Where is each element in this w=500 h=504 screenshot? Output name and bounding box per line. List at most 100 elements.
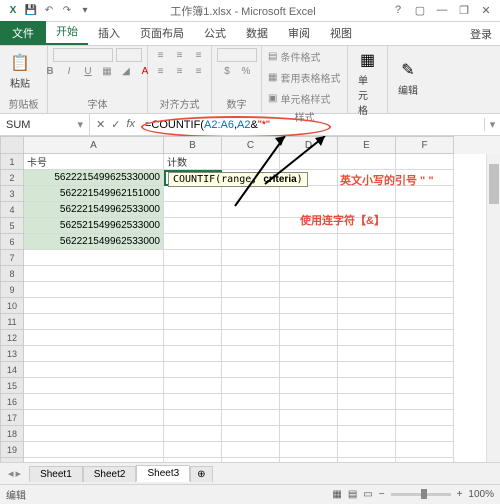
cell-D17[interactable]: [280, 410, 338, 426]
sheet-nav[interactable]: ◂▸: [8, 467, 21, 480]
cell-A19[interactable]: [24, 442, 164, 458]
dropdown-icon[interactable]: ▾: [78, 4, 92, 18]
cell-A9[interactable]: [24, 282, 164, 298]
cell-D9[interactable]: [280, 282, 338, 298]
cell-F4[interactable]: [396, 202, 454, 218]
cell-F8[interactable]: [396, 266, 454, 282]
cell-B15[interactable]: [164, 378, 222, 394]
name-box[interactable]: SUM▾: [0, 114, 90, 135]
cell-C14[interactable]: [222, 362, 280, 378]
maximize-button[interactable]: ❐: [454, 4, 474, 17]
cell-B6[interactable]: [164, 234, 222, 250]
cell-D6[interactable]: [280, 234, 338, 250]
cell-B16[interactable]: [164, 394, 222, 410]
cell-E11[interactable]: [338, 314, 396, 330]
col-header-E[interactable]: E: [338, 136, 396, 154]
cell-A20[interactable]: [24, 458, 164, 462]
cell-styles[interactable]: ▣单元格样式: [268, 90, 330, 107]
help-icon[interactable]: ?: [388, 4, 408, 17]
cell-C16[interactable]: [222, 394, 280, 410]
view-break-icon[interactable]: ▭: [363, 489, 372, 500]
cell-F17[interactable]: [396, 410, 454, 426]
border-button[interactable]: ▦: [99, 64, 115, 78]
align-mid[interactable]: ≡: [172, 48, 188, 62]
cell-B11[interactable]: [164, 314, 222, 330]
cell-E13[interactable]: [338, 346, 396, 362]
cell-C12[interactable]: [222, 330, 280, 346]
cell-C10[interactable]: [222, 298, 280, 314]
align-top[interactable]: ≡: [153, 48, 169, 62]
cell-B18[interactable]: [164, 426, 222, 442]
cell-A10[interactable]: [24, 298, 164, 314]
undo-icon[interactable]: ↶: [42, 4, 56, 18]
cell-F6[interactable]: [396, 234, 454, 250]
cell-E7[interactable]: [338, 250, 396, 266]
row-header[interactable]: 1: [0, 154, 24, 170]
cell-A15[interactable]: [24, 378, 164, 394]
row-header[interactable]: 7: [0, 250, 24, 266]
cell-F14[interactable]: [396, 362, 454, 378]
zoom-level[interactable]: 100%: [468, 489, 494, 500]
cell-F11[interactable]: [396, 314, 454, 330]
cell-B9[interactable]: [164, 282, 222, 298]
paste-button[interactable]: 📋 粘贴: [6, 51, 34, 92]
cell-F13[interactable]: [396, 346, 454, 362]
tab-view[interactable]: 视图: [320, 21, 362, 45]
italic-button[interactable]: I: [61, 64, 77, 78]
sheet-tab-2[interactable]: Sheet2: [83, 466, 137, 482]
cell-A3[interactable]: 562221549962151000: [24, 186, 164, 202]
cell-B10[interactable]: [164, 298, 222, 314]
cell-A4[interactable]: 562221549962533000: [24, 202, 164, 218]
cell-D16[interactable]: [280, 394, 338, 410]
cell-A6[interactable]: 562221549962533000: [24, 234, 164, 250]
vertical-scrollbar[interactable]: [486, 154, 500, 462]
cell-D8[interactable]: [280, 266, 338, 282]
cell-E12[interactable]: [338, 330, 396, 346]
cell-C5[interactable]: [222, 218, 280, 234]
cell-F15[interactable]: [396, 378, 454, 394]
cell-B7[interactable]: [164, 250, 222, 266]
close-button[interactable]: ✕: [476, 4, 496, 17]
cell-B4[interactable]: [164, 202, 222, 218]
cell-A2[interactable]: 5622215499625330000: [24, 170, 164, 186]
fx-icon[interactable]: fx: [126, 118, 135, 131]
cell-B13[interactable]: [164, 346, 222, 362]
cell-D19[interactable]: [280, 442, 338, 458]
align-center[interactable]: ≡: [172, 64, 188, 78]
cancel-icon[interactable]: ✕: [96, 118, 105, 131]
align-left[interactable]: ≡: [153, 64, 169, 78]
cell-F10[interactable]: [396, 298, 454, 314]
col-header-A[interactable]: A: [24, 136, 164, 154]
cell-B20[interactable]: [164, 458, 222, 462]
cell-A16[interactable]: [24, 394, 164, 410]
fill-button[interactable]: ◢: [118, 64, 134, 78]
cell-F12[interactable]: [396, 330, 454, 346]
cell-D11[interactable]: [280, 314, 338, 330]
row-header[interactable]: 15: [0, 378, 24, 394]
col-header-F[interactable]: F: [396, 136, 454, 154]
row-header[interactable]: 19: [0, 442, 24, 458]
ribbon-toggle-icon[interactable]: ▢: [410, 4, 430, 17]
cell-E17[interactable]: [338, 410, 396, 426]
new-sheet-button[interactable]: ⊕: [190, 466, 212, 482]
row-header[interactable]: 13: [0, 346, 24, 362]
cell-D15[interactable]: [280, 378, 338, 394]
cell-E1[interactable]: [338, 154, 396, 170]
row-header[interactable]: 9: [0, 282, 24, 298]
scrollbar-thumb[interactable]: [489, 164, 499, 204]
zoom-in-button[interactable]: +: [457, 489, 463, 500]
cell-B17[interactable]: [164, 410, 222, 426]
currency-button[interactable]: $: [219, 64, 235, 78]
cell-F1[interactable]: [396, 154, 454, 170]
cells-button[interactable]: ▦单元格: [354, 48, 381, 119]
underline-button[interactable]: U: [80, 64, 96, 78]
tab-home[interactable]: 开始: [46, 19, 88, 45]
cell-C8[interactable]: [222, 266, 280, 282]
edit-button[interactable]: ✎编辑: [394, 58, 422, 99]
row-header[interactable]: 5: [0, 218, 24, 234]
cell-B3[interactable]: [164, 186, 222, 202]
cell-C20[interactable]: [222, 458, 280, 462]
row-header[interactable]: 16: [0, 394, 24, 410]
tab-layout[interactable]: 页面布局: [130, 21, 194, 45]
cell-E8[interactable]: [338, 266, 396, 282]
